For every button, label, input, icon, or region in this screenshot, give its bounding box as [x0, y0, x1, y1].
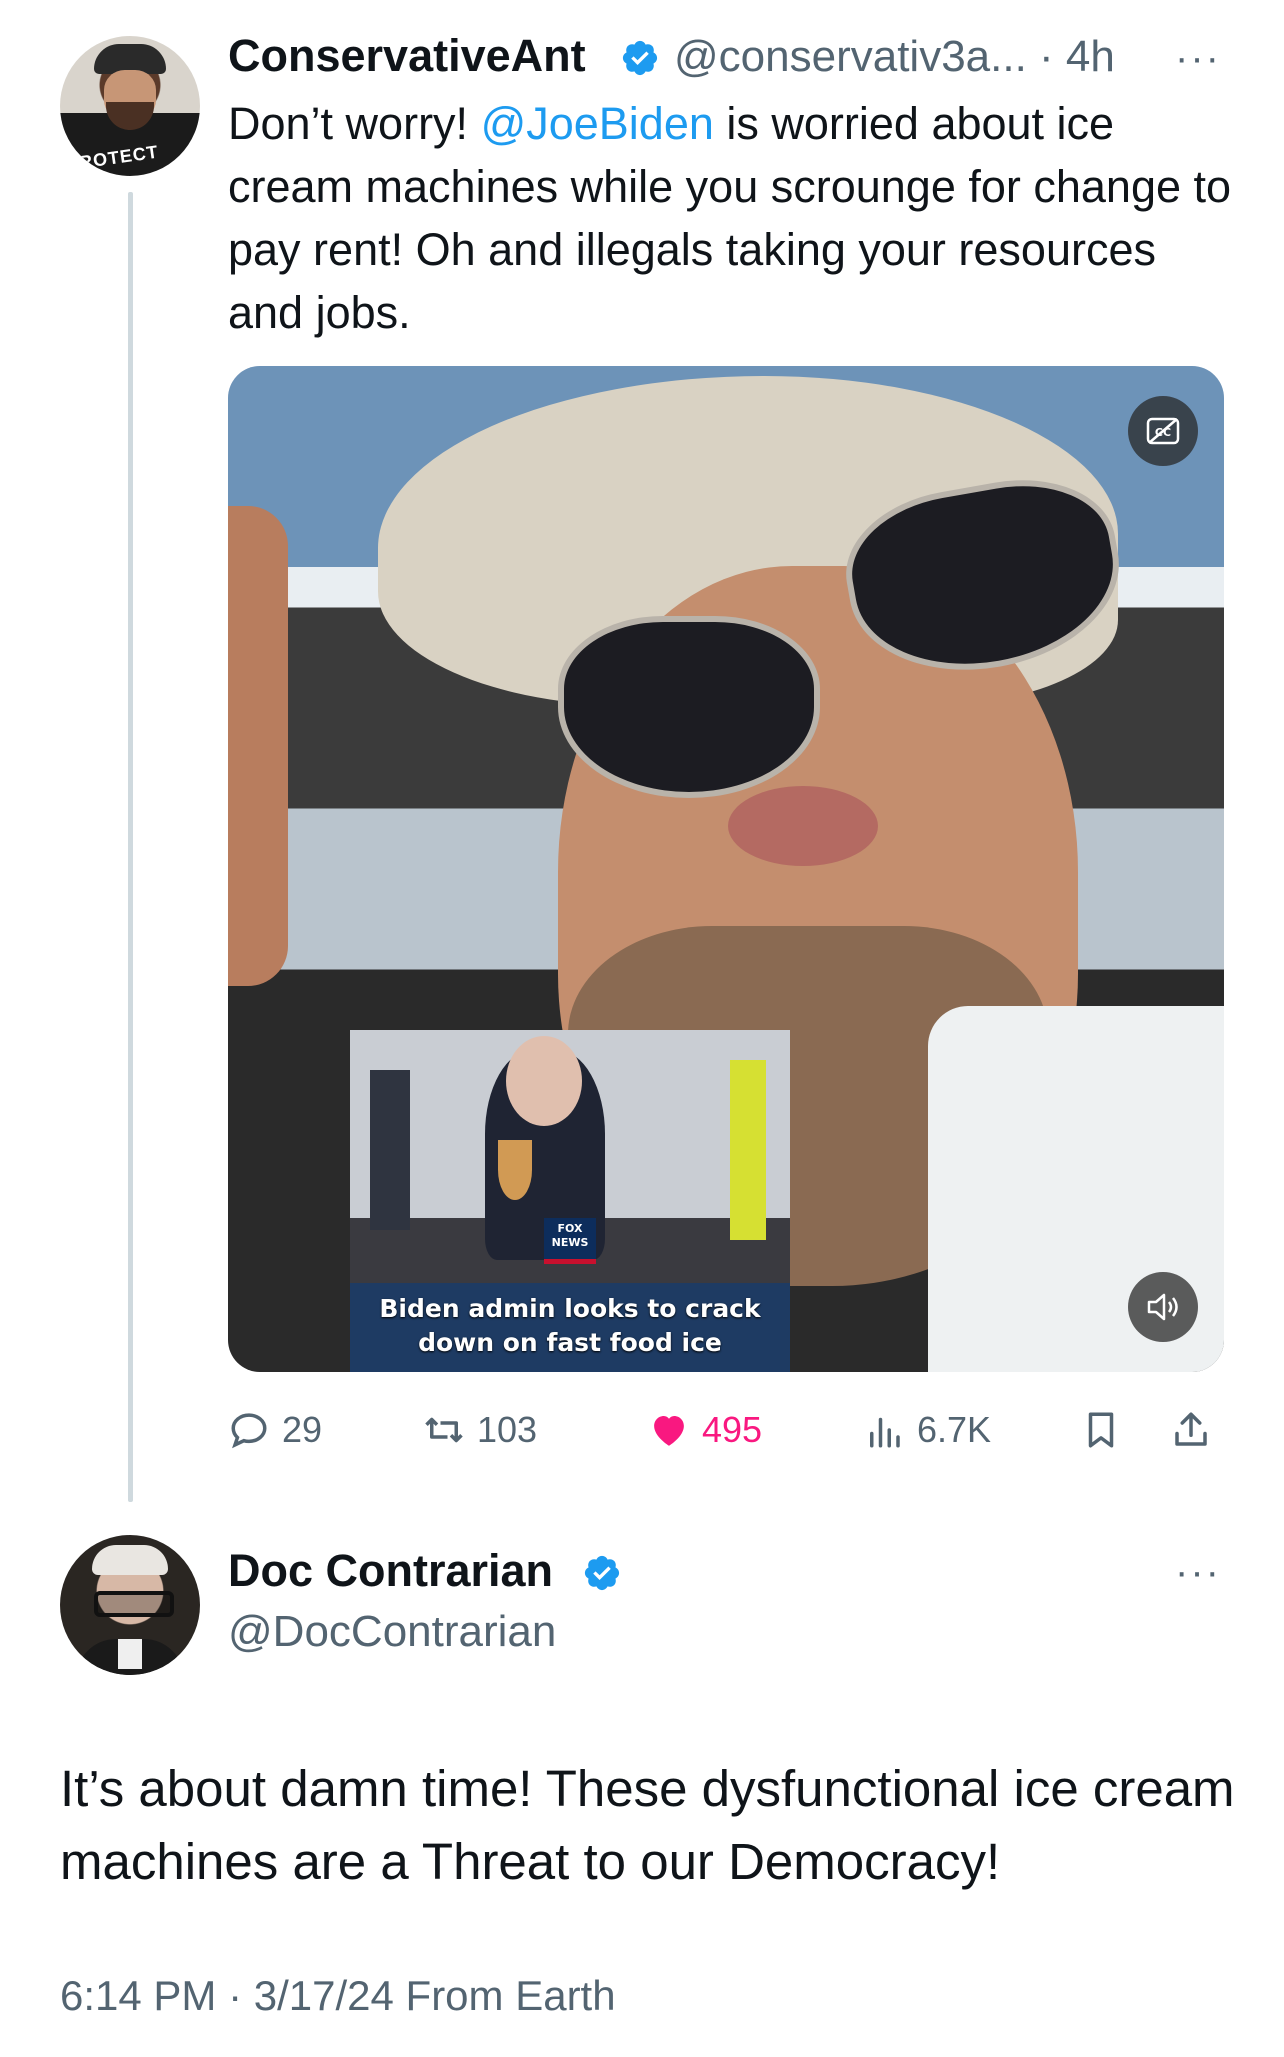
repost-icon: [425, 1417, 463, 1443]
reply-author-name[interactable]: Doc Contrarian: [228, 1545, 553, 1597]
verified-badge-icon[interactable]: [582, 1553, 622, 1593]
video-sunglasses-left: [558, 616, 820, 798]
mention-link[interactable]: @JoeBiden: [481, 98, 714, 149]
video-mouth: [728, 786, 878, 866]
like-button[interactable]: 495: [648, 1400, 762, 1460]
verified-badge-icon[interactable]: [620, 38, 660, 78]
view-count: 6.7K: [917, 1409, 992, 1450]
author-avatar[interactable]: PROTECT: [60, 36, 200, 176]
tweet-actions-bar: 29 103 495 6.7K: [228, 1400, 1238, 1460]
more-options-icon[interactable]: ···: [1175, 36, 1221, 81]
repost-button[interactable]: 103: [423, 1400, 537, 1460]
reply-author-handle[interactable]: @DocContrarian: [228, 1607, 556, 1657]
avatar-glasses: [94, 1591, 174, 1617]
share-button[interactable]: [1170, 1400, 1212, 1460]
repost-count: 103: [477, 1409, 538, 1450]
views-chart-icon: [870, 1417, 900, 1448]
heart-filled-icon: [654, 1416, 684, 1446]
tweet-timestamp[interactable]: 6:14 PM · 3/17/24 From Earth: [60, 1972, 616, 2020]
news-caption: Biden admin looks to crack down on fast …: [379, 1294, 761, 1357]
bookmark-icon: [1088, 1412, 1114, 1448]
reply-tweet-text: It’s about damn time! These dysfunctiona…: [60, 1760, 1235, 1890]
avatar-collar: [118, 1639, 142, 1669]
ice-cream-cone: [498, 1140, 532, 1200]
avatar-hair: [92, 1545, 168, 1575]
inset-person-head: [506, 1036, 582, 1126]
reply-count: 29: [282, 1409, 323, 1450]
views-button[interactable]: 6.7K: [863, 1400, 991, 1460]
tweet-text-start: Don’t worry!: [228, 98, 481, 149]
thread-connector-line: [128, 192, 133, 1502]
news-logo: FOX NEWS: [544, 1218, 596, 1264]
reply-button[interactable]: 29: [228, 1400, 322, 1460]
author-handle-and-time[interactable]: @conservativ3a... · 4h: [674, 32, 1115, 82]
volume-icon[interactable]: [1128, 1272, 1198, 1342]
inset-background-figure: [730, 1060, 766, 1240]
video-player[interactable]: FOX NEWS Biden admin looks to crack down…: [228, 366, 1224, 1372]
avatar-beard: [106, 102, 154, 130]
author-name[interactable]: ConservativeAnt: [228, 30, 586, 82]
avatar-shirt-text: PROTECT: [64, 141, 160, 175]
bookmark-button[interactable]: [1080, 1400, 1122, 1460]
video-hand: [228, 506, 288, 986]
inset-background-figure: [370, 1070, 410, 1230]
closed-captions-off-icon[interactable]: CC: [1128, 396, 1198, 466]
like-count: 495: [702, 1409, 763, 1450]
news-clip-inset: FOX NEWS Biden admin looks to crack down…: [350, 1030, 790, 1372]
more-options-icon[interactable]: ···: [1175, 1550, 1221, 1595]
reply-icon: [231, 1413, 267, 1449]
share-icon: [1175, 1412, 1207, 1446]
reply-author-avatar[interactable]: [60, 1535, 200, 1675]
tweet-text: Don’t worry! @JoeBiden is worried about …: [228, 92, 1238, 344]
